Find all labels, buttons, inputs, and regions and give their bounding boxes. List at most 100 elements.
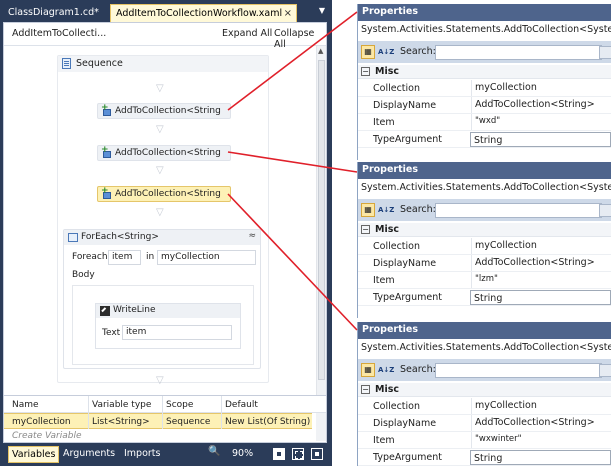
property-name: Collection (373, 241, 420, 252)
type-argument-combobox[interactable]: String (470, 132, 611, 147)
sequence-header: Sequence (58, 56, 268, 72)
close-tab-icon[interactable]: × (284, 5, 292, 22)
property-value[interactable]: myCollection (471, 398, 611, 414)
property-row-displayname[interactable]: DisplayName AddToCollection<String> (358, 255, 611, 272)
sort-alphabetical-icon[interactable]: A↓Z (378, 363, 394, 377)
property-value[interactable]: AddToCollection<String> (471, 97, 611, 113)
clear-search-button[interactable] (599, 204, 611, 217)
properties-panel-2: Properties System.Activities.Statements.… (357, 162, 611, 318)
add-to-collection-activity-2[interactable]: + AddToCollection<String (97, 145, 231, 161)
scroll-up-icon[interactable]: ▲ (318, 47, 323, 55)
column-header-default[interactable]: Default (225, 400, 258, 410)
variable-default-cell[interactable]: New List(Of String) (225, 417, 310, 427)
category-misc[interactable]: − Misc (358, 65, 611, 79)
property-value[interactable]: "wxwinter" (471, 432, 611, 448)
foreach-collection-field[interactable]: myCollection (157, 250, 256, 265)
zoom-level[interactable]: 90% (232, 446, 253, 462)
zoom-dropdown-icon[interactable] (273, 448, 285, 460)
expand-all-link[interactable]: Expand All (222, 28, 272, 39)
fit-to-screen-icon[interactable] (292, 448, 304, 460)
variable-type-cell[interactable]: List<String> (92, 417, 150, 427)
property-row-item[interactable]: Item "wxd" (358, 114, 611, 131)
property-row-collection[interactable]: Collection myCollection (358, 238, 611, 255)
add-to-collection-activity-1[interactable]: + AddToCollection<String (97, 103, 231, 119)
property-name: DisplayName (373, 100, 437, 111)
property-row-displayname[interactable]: DisplayName AddToCollection<String> (358, 97, 611, 114)
property-row-collection[interactable]: Collection myCollection (358, 80, 611, 97)
collapse-category-icon[interactable]: − (361, 67, 370, 76)
create-variable-row[interactable]: Create Variable (12, 431, 82, 441)
foreach-body[interactable]: WriteLine Text item (72, 285, 254, 365)
writeline-activity[interactable]: WriteLine Text item (95, 303, 241, 349)
drop-target-chevron[interactable]: ▽ (156, 124, 164, 135)
overview-map-icon[interactable] (311, 448, 323, 460)
property-name: Collection (373, 83, 420, 94)
variable-name-cell[interactable]: myCollection (12, 417, 71, 427)
property-value[interactable]: "wxd" (471, 114, 611, 130)
foreach-icon (68, 233, 78, 242)
scrollbar-thumb[interactable] (318, 60, 325, 380)
zoom-icon[interactable]: 🔍 (208, 446, 220, 457)
table-row[interactable]: myCollection List<String> Sequence New L… (4, 413, 312, 429)
add-to-collection-activity-3[interactable]: + AddToCollection<String (97, 186, 231, 202)
variable-scope-cell[interactable]: Sequence (166, 417, 210, 427)
property-row-collection[interactable]: Collection myCollection (358, 398, 611, 415)
category-misc[interactable]: − Misc (358, 223, 611, 237)
column-header-variable-type[interactable]: Variable type (92, 400, 151, 410)
property-value[interactable]: myCollection (471, 238, 611, 254)
collapse-icon[interactable]: ≈ (248, 231, 256, 241)
type-argument-combobox[interactable]: String (470, 450, 611, 465)
breadcrumb[interactable]: AddItemToCollecti... (12, 28, 106, 39)
variables-grid: Name Variable type Scope Default myColle… (3, 396, 327, 443)
property-value[interactable]: AddToCollection<String> (471, 255, 611, 271)
search-input[interactable] (435, 203, 602, 218)
properties-title: Properties (358, 322, 611, 339)
tab-dropdown-icon[interactable]: ▼ (319, 6, 325, 15)
property-row-typeargument[interactable]: TypeArgument String (358, 131, 611, 148)
clear-search-button[interactable] (599, 364, 611, 377)
designer-canvas[interactable]: AddItemToCollecti... Expand All Collapse… (3, 22, 327, 396)
property-value[interactable]: "lzm" (471, 272, 611, 288)
tab-imports[interactable]: Imports (124, 446, 160, 463)
tab-workflow-xaml[interactable]: AddItemToCollectionWorkflow.xaml × (110, 4, 297, 22)
tab-variables[interactable]: Variables (8, 446, 60, 463)
vertical-scrollbar[interactable]: ▲ (316, 46, 326, 395)
sort-alphabetical-icon[interactable]: A↓Z (378, 45, 394, 59)
drop-target-chevron[interactable]: ▽ (156, 375, 164, 386)
foreach-item-field[interactable]: item (108, 250, 141, 265)
collapse-category-icon[interactable]: − (361, 385, 370, 394)
property-name: Item (373, 275, 395, 286)
property-row-item[interactable]: Item "lzm" (358, 272, 611, 289)
collapse-category-icon[interactable]: − (361, 225, 370, 234)
categorized-view-icon[interactable]: ▦ (361, 203, 375, 217)
variables-scrollbar[interactable] (316, 413, 326, 441)
tab-arguments[interactable]: Arguments (63, 446, 115, 463)
categorized-view-icon[interactable]: ▦ (361, 45, 375, 59)
property-row-item[interactable]: Item "wxwinter" (358, 432, 611, 449)
categorized-view-icon[interactable]: ▦ (361, 363, 375, 377)
property-row-displayname[interactable]: DisplayName AddToCollection<String> (358, 415, 611, 432)
writeline-icon (100, 306, 110, 316)
drop-target-chevron[interactable]: ▽ (156, 165, 164, 176)
drop-target-chevron[interactable]: ▽ (156, 207, 164, 218)
writeline-title: WriteLine (113, 305, 156, 315)
foreach-label: Foreach (72, 252, 108, 262)
search-input[interactable] (435, 45, 602, 60)
search-label: Search: (400, 204, 436, 215)
type-argument-combobox[interactable]: String (470, 290, 611, 305)
writeline-text-field[interactable]: item (122, 325, 232, 340)
column-header-scope[interactable]: Scope (166, 400, 193, 410)
column-header-name[interactable]: Name (12, 400, 39, 410)
sort-alphabetical-icon[interactable]: A↓Z (378, 203, 394, 217)
tab-class-diagram[interactable]: ClassDiagram1.cd* (3, 4, 107, 22)
property-value[interactable]: myCollection (471, 80, 611, 96)
property-row-typeargument[interactable]: TypeArgument String (358, 289, 611, 306)
property-row-typeargument[interactable]: TypeArgument String (358, 449, 611, 466)
search-input[interactable] (435, 363, 602, 378)
drop-target-chevron[interactable]: ▽ (156, 83, 164, 94)
foreach-activity[interactable]: ForEach<String> ≈ Foreach item in myColl… (63, 229, 261, 369)
foreach-title: ForEach<String> (81, 232, 159, 242)
clear-search-button[interactable] (599, 46, 611, 59)
category-misc[interactable]: − Misc (358, 383, 611, 397)
property-value[interactable]: AddToCollection<String> (471, 415, 611, 431)
